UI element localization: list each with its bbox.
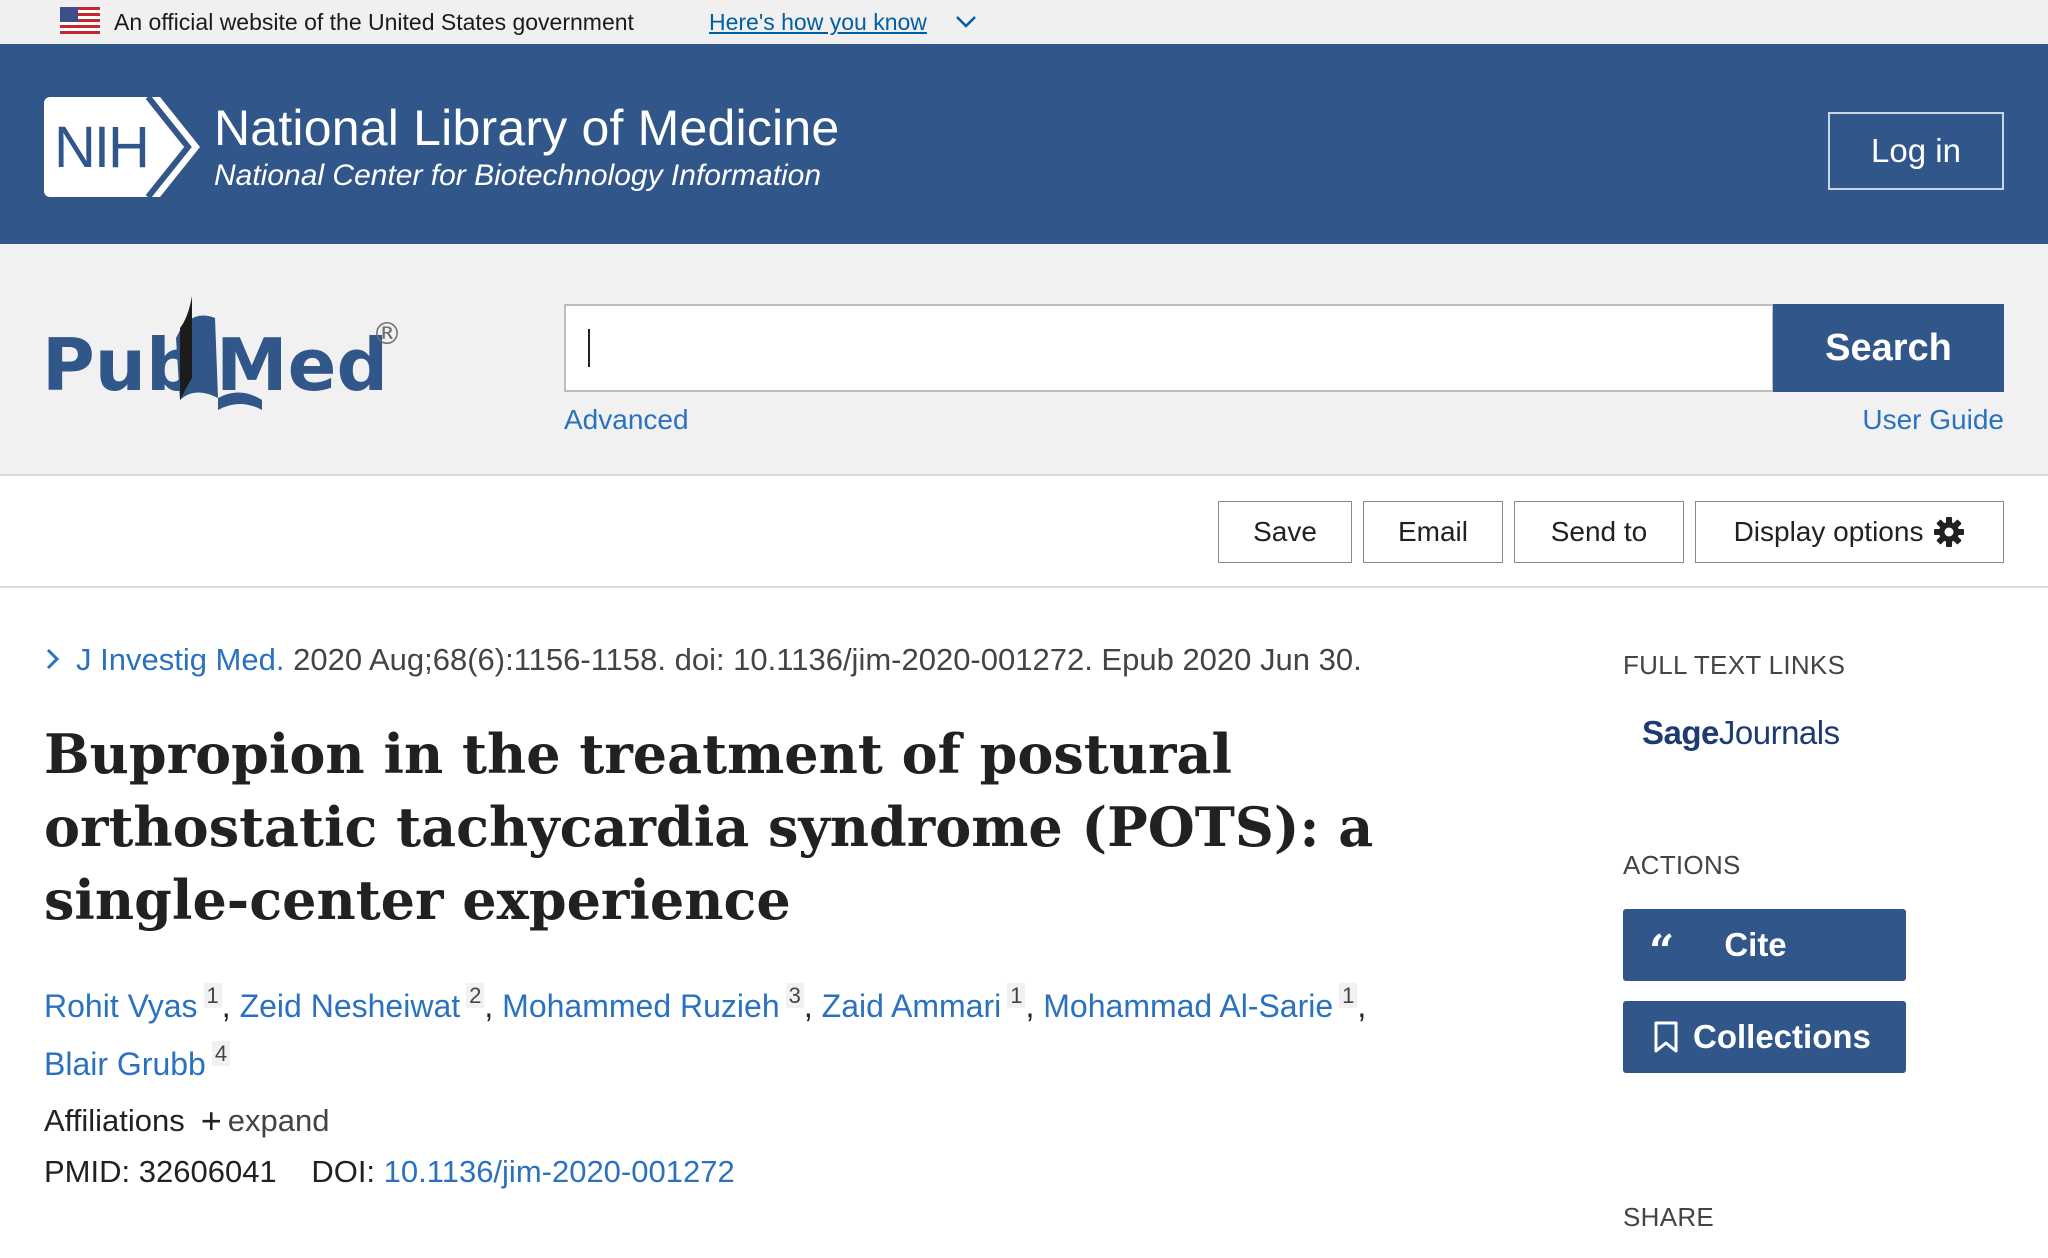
gov-banner: An official website of the United States…	[0, 0, 2048, 44]
citation-details: 2020 Aug;68(6):1156-1158. doi: 10.1136/j…	[284, 642, 1362, 677]
text-caret	[588, 329, 590, 367]
sage-journals-link[interactable]: SageJournals	[1642, 714, 1840, 752]
quote-icon: “	[1649, 926, 1675, 977]
expand-label: expand	[227, 1103, 330, 1138]
author-link[interactable]: Zaid Ammari	[822, 988, 1002, 1024]
article-toolbar: Save Email Send to Display options	[0, 476, 2048, 588]
affiliation-number[interactable]: 3	[785, 983, 804, 1008]
bookmark-icon	[1654, 1021, 1678, 1053]
chevron-down-icon[interactable]	[955, 14, 977, 30]
pubmed-logo-pub: Pub	[42, 323, 198, 407]
user-guide-link[interactable]: User Guide	[1862, 404, 2004, 436]
collections-label: Collections	[1693, 1018, 1871, 1055]
us-flag-icon	[60, 7, 100, 34]
share-heading: SHARE	[1623, 1202, 1715, 1232]
affiliations-label: Affiliations	[44, 1103, 185, 1138]
full-text-links-heading: FULL TEXT LINKS	[1623, 650, 1846, 680]
nih-logo-text: NIH	[54, 115, 148, 180]
advanced-search-link[interactable]: Advanced	[564, 404, 689, 436]
display-options-label: Display options	[1733, 516, 1924, 547]
pmid-value: 32606041	[138, 1154, 277, 1189]
journal-link[interactable]: J Investig Med.	[76, 642, 284, 677]
nih-header: NIH National Library of Medicine Nationa…	[0, 44, 2048, 244]
author-link[interactable]: Rohit Vyas	[44, 988, 198, 1024]
cite-label: Cite	[1724, 926, 1787, 963]
gov-banner-text: An official website of the United States…	[114, 9, 634, 35]
author-link[interactable]: Blair Grubb	[44, 1046, 206, 1082]
doi-link[interactable]: 10.1136/jim-2020-001272	[384, 1154, 735, 1189]
pmid-label: PMID:	[44, 1154, 131, 1189]
affiliation-number[interactable]: 1	[203, 983, 222, 1008]
cite-button[interactable]: “ Cite	[1623, 909, 1906, 981]
affiliation-number[interactable]: 1	[1007, 983, 1026, 1008]
affiliations-toggle[interactable]: Affiliations + expand	[44, 1100, 329, 1142]
ncbi-subtitle: National Center for Biotechnology Inform…	[214, 159, 822, 192]
nlm-title[interactable]: National Library of Medicine	[214, 99, 839, 157]
doi-label: DOI:	[311, 1154, 376, 1189]
chevron-right-icon[interactable]	[44, 646, 62, 672]
send-to-button[interactable]: Send to	[1514, 501, 1684, 563]
search-input[interactable]	[564, 304, 1774, 392]
gear-icon	[1934, 517, 1965, 547]
nih-logo[interactable]: NIH	[44, 97, 200, 197]
sage-logo-bold: Sage	[1642, 714, 1719, 751]
author-link[interactable]: Zeid Nesheiwat	[240, 988, 461, 1024]
save-button[interactable]: Save	[1218, 501, 1352, 563]
registered-mark: ®	[372, 317, 402, 352]
search-button[interactable]: Search	[1773, 304, 2004, 392]
sage-logo-rest: Journals	[1718, 714, 1840, 751]
email-button[interactable]: Email	[1363, 501, 1503, 563]
affiliation-number[interactable]: 2	[466, 983, 485, 1008]
search-area: Pub Med ® Search Advanced User Guide	[0, 244, 2048, 476]
pubmed-logo-med: Med	[216, 323, 388, 407]
actions-heading: ACTIONS	[1623, 850, 1741, 880]
author-link[interactable]: Mohammed Ruzieh	[502, 988, 779, 1024]
plus-icon: +	[200, 1100, 222, 1141]
article-identifiers: PMID: 32606041 DOI: 10.1136/jim-2020-001…	[44, 1154, 735, 1190]
collections-button[interactable]: Collections	[1623, 1001, 1906, 1073]
login-button[interactable]: Log in	[1828, 112, 2004, 190]
pubmed-logo[interactable]: Pub Med ®	[40, 288, 420, 418]
affiliation-number[interactable]: 1	[1339, 983, 1358, 1008]
journal-citation: J Investig Med. 2020 Aug;68(6):1156-1158…	[44, 642, 1362, 678]
display-options-button[interactable]: Display options	[1695, 501, 2004, 563]
article-title: Bupropion in the treatment of postural o…	[44, 722, 1374, 932]
affiliation-number[interactable]: 4	[211, 1041, 231, 1066]
authors-list: Rohit Vyas 1, Zeid Nesheiwat 2, Mohammed R…	[44, 983, 1367, 1082]
author-link[interactable]: Mohammad Al-Sarie	[1043, 988, 1333, 1024]
heres-how-you-know-link[interactable]: Here's how you know	[709, 9, 927, 36]
